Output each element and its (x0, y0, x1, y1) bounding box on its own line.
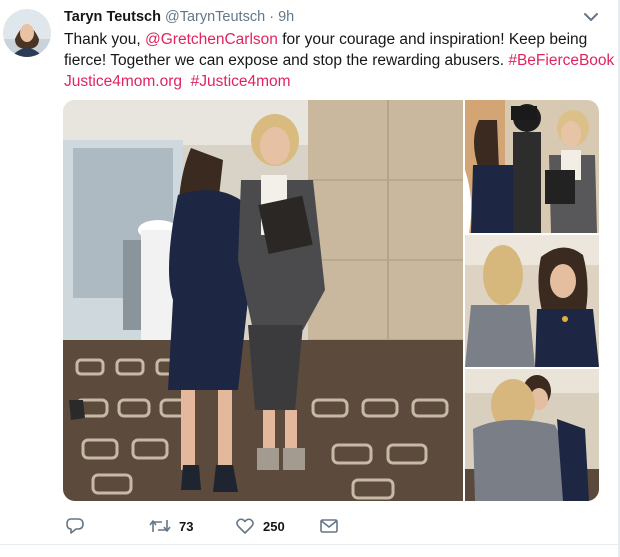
hashtag-link[interactable]: #Justice4mom (191, 73, 291, 90)
like-button[interactable]: 250 (235, 515, 285, 537)
mention-link[interactable]: @GretchenCarlson (145, 31, 278, 48)
separator-dot: · (269, 9, 275, 25)
divider (0, 544, 620, 545)
url-link[interactable]: Justice4mom.org (64, 73, 182, 90)
text-segment: fierce! Together we can expose and stop … (64, 52, 509, 69)
avatar[interactable] (3, 9, 51, 57)
tweet-header: Taryn Teutsch @TarynTeutsch · 9h (64, 9, 294, 25)
heart-icon (235, 516, 255, 536)
tweet-text-line: fierce! Together we can expose and stop … (64, 50, 614, 71)
tweet-text-line: Thank you, @GretchenCarlson for your cou… (64, 29, 594, 50)
retweet-icon (149, 516, 171, 536)
hashtag-link[interactable]: #BeFierceBook (508, 52, 614, 69)
reply-icon (65, 516, 85, 536)
photo-middle-right[interactable] (465, 235, 599, 367)
tweet-text: Thank you, @GretchenCarlson for your cou… (64, 29, 614, 92)
photo-main[interactable] (63, 100, 463, 501)
like-count: 250 (263, 518, 285, 534)
text-segment: for your courage and inspiration! Keep b… (277, 31, 588, 48)
photo-top-right[interactable] (465, 100, 599, 233)
photo-bottom-right[interactable] (465, 369, 599, 501)
retweet-button[interactable]: 73 (149, 515, 193, 537)
author-name[interactable]: Taryn Teutsch (64, 9, 161, 25)
envelope-icon (319, 516, 339, 536)
tweet-timestamp[interactable]: 9h (278, 9, 294, 25)
chevron-down-icon[interactable] (582, 10, 600, 24)
tweet-text-line: Justice4mom.org #Justice4mom (64, 71, 594, 92)
media-grid (63, 100, 599, 501)
direct-message-button[interactable] (319, 515, 339, 537)
retweet-count: 73 (179, 518, 194, 534)
author-handle[interactable]: @TarynTeutsch (165, 9, 265, 25)
reply-button[interactable] (65, 515, 93, 537)
text-segment: Thank you, (64, 31, 145, 48)
tweet-card[interactable]: Taryn Teutsch @TarynTeutsch · 9h Thank y… (0, 0, 620, 557)
